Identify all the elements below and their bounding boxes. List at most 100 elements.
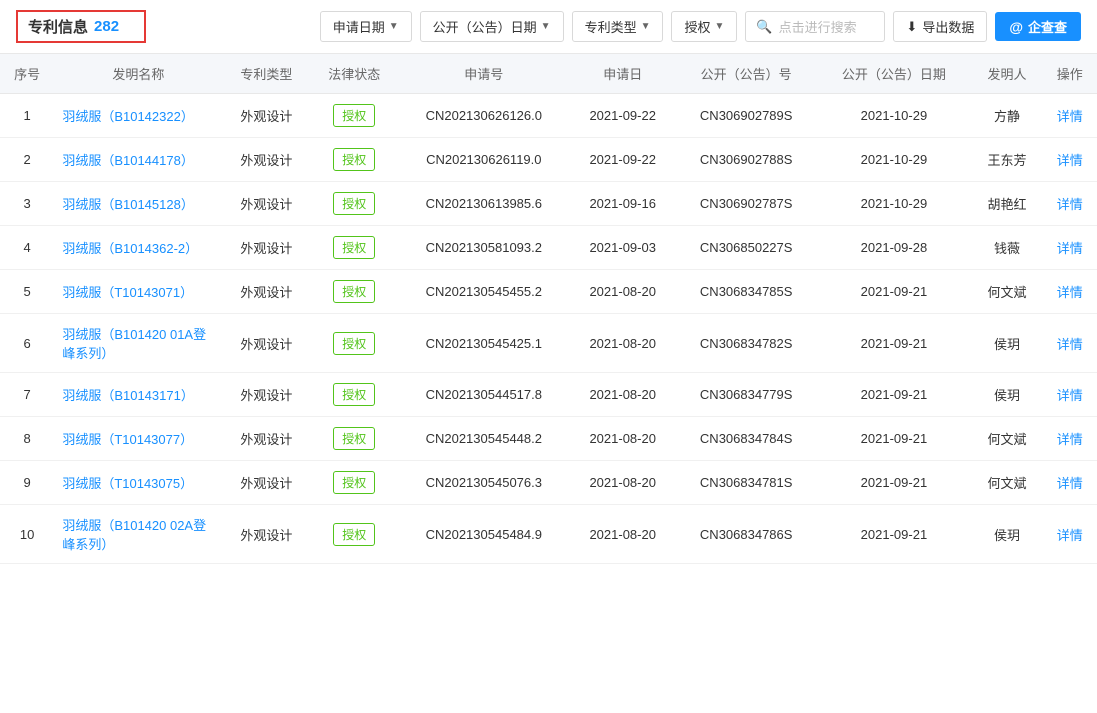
cell-type: 外观设计: [222, 138, 310, 182]
cell-type: 外观设计: [222, 314, 310, 373]
detail-link[interactable]: 详情: [1057, 476, 1083, 491]
export-button[interactable]: ⬇ 导出数据: [893, 11, 987, 42]
cell-app-no: CN202130545448.2: [398, 417, 569, 461]
detail-link[interactable]: 详情: [1057, 109, 1083, 124]
export-label: 导出数据: [922, 17, 974, 36]
cell-action: 详情: [1043, 505, 1097, 564]
detail-link[interactable]: 详情: [1057, 197, 1083, 212]
cell-inventor: 侯玥: [972, 505, 1043, 564]
cell-name[interactable]: 羽绒服（B10145128）: [54, 182, 222, 226]
cell-inventor: 王东芳: [972, 138, 1043, 182]
col-seq: 序号: [0, 54, 54, 94]
cell-seq: 1: [0, 94, 54, 138]
cell-pub-no: CN306834784S: [676, 417, 816, 461]
cell-action: 详情: [1043, 314, 1097, 373]
cell-seq: 6: [0, 314, 54, 373]
status-badge: 授权: [333, 332, 375, 355]
patent-title-label: 专利信息: [28, 16, 88, 37]
patent-name-link[interactable]: 羽绒服（B1014362-2）: [62, 241, 198, 256]
cell-seq: 4: [0, 226, 54, 270]
detail-link[interactable]: 详情: [1057, 432, 1083, 447]
col-inventor: 发明人: [972, 54, 1043, 94]
brand-button[interactable]: @ 企查查: [995, 12, 1081, 41]
cell-name[interactable]: 羽绒服（T10143077）: [54, 417, 222, 461]
table-row: 10 羽绒服（B101420 02A登峰系列） 外观设计 授权 CN202130…: [0, 505, 1097, 564]
download-icon: ⬇: [906, 19, 917, 35]
cell-status: 授权: [310, 461, 398, 505]
search-input-box[interactable]: 🔍 点击进行搜索: [745, 11, 885, 42]
cell-pub-date: 2021-09-21: [816, 314, 971, 373]
cell-seq: 5: [0, 270, 54, 314]
cell-app-date: 2021-09-22: [569, 138, 676, 182]
cell-app-date: 2021-09-16: [569, 182, 676, 226]
col-type: 专利类型: [222, 54, 310, 94]
cell-name[interactable]: 羽绒服（T10143071）: [54, 270, 222, 314]
status-badge: 授权: [333, 236, 375, 259]
cell-pub-date: 2021-09-21: [816, 461, 971, 505]
cell-pub-date: 2021-10-29: [816, 94, 971, 138]
cell-pub-no: CN306902789S: [676, 94, 816, 138]
detail-link[interactable]: 详情: [1057, 241, 1083, 256]
filter-publish-date[interactable]: 公开（公告）日期 ▼: [420, 11, 564, 42]
cell-action: 详情: [1043, 226, 1097, 270]
cell-app-no: CN202130581093.2: [398, 226, 569, 270]
col-app-date: 申请日: [569, 54, 676, 94]
cell-type: 外观设计: [222, 373, 310, 417]
patent-name-link[interactable]: 羽绒服（T10143071）: [62, 285, 193, 300]
detail-link[interactable]: 详情: [1057, 337, 1083, 352]
cell-app-no: CN202130545425.1: [398, 314, 569, 373]
cell-name[interactable]: 羽绒服（B10142322）: [54, 94, 222, 138]
filter-apply-date[interactable]: 申请日期 ▼: [320, 11, 412, 42]
cell-app-date: 2021-09-22: [569, 94, 676, 138]
patent-name-link[interactable]: 羽绒服（B101420 02A登峰系列）: [62, 518, 206, 552]
chevron-down-icon: ▼: [715, 21, 725, 32]
cell-status: 授权: [310, 314, 398, 373]
cell-action: 详情: [1043, 94, 1097, 138]
detail-link[interactable]: 详情: [1057, 285, 1083, 300]
cell-name[interactable]: 羽绒服（B101420 01A登峰系列）: [54, 314, 222, 373]
patent-table-wrap: 序号 发明名称 专利类型 法律状态 申请号 申请日 公开（公告）号 公开（公告）…: [0, 54, 1097, 564]
cell-type: 外观设计: [222, 226, 310, 270]
cell-name[interactable]: 羽绒服（B10144178）: [54, 138, 222, 182]
detail-link[interactable]: 详情: [1057, 528, 1083, 543]
cell-inventor: 何文斌: [972, 270, 1043, 314]
patent-name-link[interactable]: 羽绒服（T10143077）: [62, 432, 193, 447]
cell-inventor: 侯玥: [972, 314, 1043, 373]
cell-inventor: 何文斌: [972, 461, 1043, 505]
cell-app-date: 2021-08-20: [569, 505, 676, 564]
table-header-row: 序号 发明名称 专利类型 法律状态 申请号 申请日 公开（公告）号 公开（公告）…: [0, 54, 1097, 94]
cell-app-no: CN202130545455.2: [398, 270, 569, 314]
patent-name-link[interactable]: 羽绒服（B10145128）: [62, 197, 194, 212]
cell-pub-date: 2021-09-21: [816, 417, 971, 461]
cell-pub-no: CN306834781S: [676, 461, 816, 505]
patent-name-link[interactable]: 羽绒服（B10143171）: [62, 388, 194, 403]
patent-name-link[interactable]: 羽绒服（B10142322）: [62, 109, 194, 124]
cell-seq: 2: [0, 138, 54, 182]
patent-name-link[interactable]: 羽绒服（T10143075）: [62, 476, 193, 491]
cell-name[interactable]: 羽绒服（B101420 02A登峰系列）: [54, 505, 222, 564]
status-badge: 授权: [333, 148, 375, 171]
filter-publish-date-label: 公开（公告）日期: [433, 17, 537, 36]
search-icon: 🔍: [756, 19, 772, 35]
filter-patent-type[interactable]: 专利类型 ▼: [572, 11, 664, 42]
col-action: 操作: [1043, 54, 1097, 94]
filter-apply-date-label: 申请日期: [333, 17, 385, 36]
cell-action: 详情: [1043, 461, 1097, 505]
cell-name[interactable]: 羽绒服（B1014362-2）: [54, 226, 222, 270]
cell-app-no: CN202130545076.3: [398, 461, 569, 505]
status-badge: 授权: [333, 280, 375, 303]
brand-at-icon: @: [1009, 19, 1023, 35]
detail-link[interactable]: 详情: [1057, 388, 1083, 403]
patent-name-link[interactable]: 羽绒服（B101420 01A登峰系列）: [62, 327, 206, 361]
filter-authorize[interactable]: 授权 ▼: [671, 11, 737, 42]
cell-app-date: 2021-08-20: [569, 461, 676, 505]
cell-app-no: CN202130545484.9: [398, 505, 569, 564]
cell-pub-no: CN306834782S: [676, 314, 816, 373]
detail-link[interactable]: 详情: [1057, 153, 1083, 168]
patent-count: 282: [94, 18, 119, 35]
cell-pub-no: CN306834786S: [676, 505, 816, 564]
cell-name[interactable]: 羽绒服（B10143171）: [54, 373, 222, 417]
patent-name-link[interactable]: 羽绒服（B10144178）: [62, 153, 194, 168]
cell-type: 外观设计: [222, 270, 310, 314]
cell-name[interactable]: 羽绒服（T10143075）: [54, 461, 222, 505]
